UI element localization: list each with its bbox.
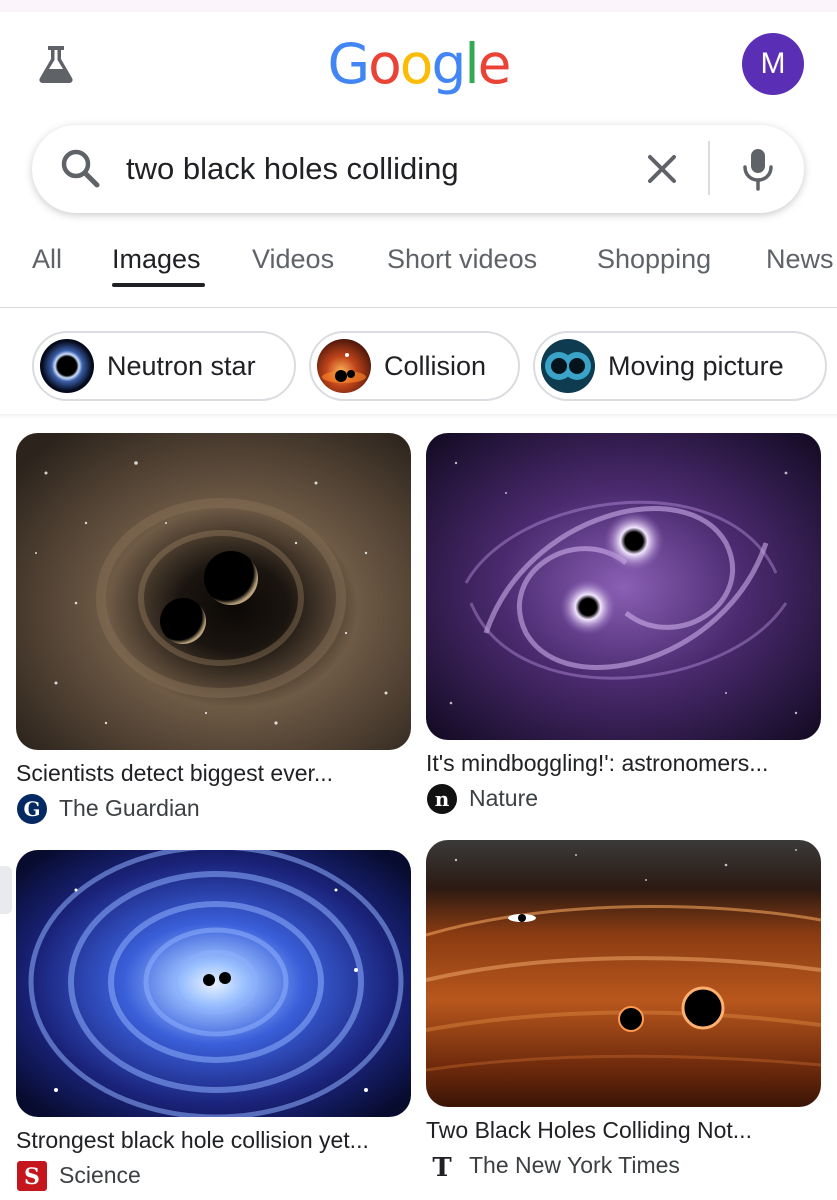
moving-picture-thumb (541, 339, 595, 393)
logo-letter: o (399, 32, 434, 96)
tab-news[interactable]: News (766, 240, 834, 278)
search-icon (58, 146, 104, 192)
mic-icon[interactable] (738, 145, 778, 193)
result-title[interactable]: Strongest black hole collision yet... (16, 1125, 369, 1155)
search-divider (708, 141, 710, 195)
result-title[interactable]: Scientists detect biggest ever... (16, 758, 333, 788)
collision-thumb (317, 339, 371, 393)
chip-neutron-star[interactable]: Neutron star (32, 331, 296, 401)
chip-label: Moving picture (608, 351, 784, 381)
clear-icon[interactable] (642, 149, 682, 189)
svg-text:G: G (23, 797, 40, 821)
tab-all[interactable]: All (32, 240, 62, 278)
tab-short-videos[interactable]: Short videos (387, 240, 537, 278)
avatar[interactable]: M (742, 33, 804, 95)
logo-letter: g (431, 32, 466, 96)
result-source: Nature (469, 785, 539, 811)
active-tab-indicator (112, 283, 205, 287)
result-image-1[interactable] (16, 433, 411, 750)
result-title[interactable]: Two Black Holes Colliding Not... (426, 1115, 752, 1145)
chip-label: Collision (384, 351, 487, 381)
tabs-divider (0, 307, 837, 308)
search-box[interactable]: two black holes colliding (32, 125, 804, 213)
search-input[interactable]: two black holes colliding (126, 149, 459, 189)
google-logo[interactable]: Google (0, 24, 837, 104)
result-title[interactable]: It's mindboggling!': astronomers... (426, 748, 768, 778)
tab-videos[interactable]: Videos (252, 240, 334, 278)
chips-divider (0, 414, 837, 418)
chip-moving-picture[interactable]: Moving picture (533, 331, 827, 401)
chip-label: Neutron star (107, 351, 256, 381)
svg-text:n: n (435, 787, 450, 811)
logo-letter: e (477, 32, 512, 96)
result-image-4[interactable] (426, 840, 821, 1107)
google-images-results-page: Google M two black holes colliding All I… (0, 0, 837, 1200)
tab-shopping[interactable]: Shopping (597, 240, 711, 278)
search-tabs: All Images Videos Short videos Shopping … (0, 240, 837, 308)
nyt-icon: T (426, 1150, 458, 1183)
black-hole-merger-image (16, 433, 411, 750)
logo-letter: G (327, 32, 371, 96)
svg-text:T: T (432, 1153, 452, 1182)
science-icon: S (16, 1160, 48, 1192)
result-source: The New York Times (469, 1152, 680, 1178)
status-strip (0, 0, 837, 12)
result-source: The Guardian (59, 795, 200, 821)
blue-spiral-image (16, 850, 411, 1117)
result-image-2[interactable] (426, 433, 821, 740)
svg-text:S: S (24, 1164, 40, 1190)
guardian-icon: G (16, 793, 48, 825)
logo-letter: l (464, 32, 479, 96)
neutron-star-thumb (40, 339, 94, 393)
result-source: Science (59, 1162, 141, 1188)
result-image-3[interactable] (16, 850, 411, 1117)
orange-disk-image (426, 840, 821, 1107)
nature-icon: n (426, 783, 458, 815)
chip-collision[interactable]: Collision (309, 331, 520, 401)
side-scroll-handle[interactable] (0, 866, 12, 914)
logo-letter: o (368, 32, 402, 96)
avatar-initial: M (760, 47, 786, 80)
tab-images[interactable]: Images (112, 240, 201, 278)
black-hole-swirl-image (426, 433, 821, 740)
